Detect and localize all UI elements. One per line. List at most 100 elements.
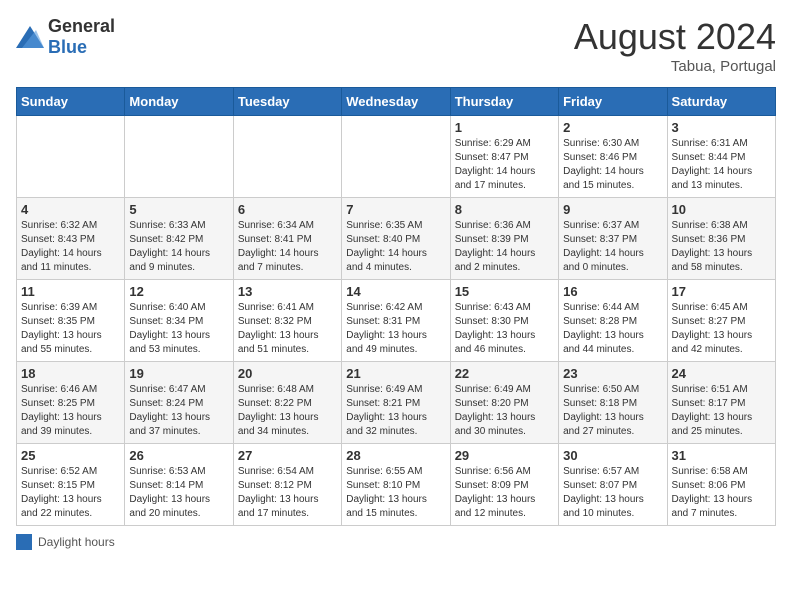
logo-icon (16, 26, 44, 48)
day-number: 1 (455, 120, 554, 135)
day-number: 31 (672, 448, 771, 463)
day-info: Sunrise: 6:42 AM Sunset: 8:31 PM Dayligh… (346, 301, 445, 357)
day-number: 4 (21, 202, 120, 217)
day-info: Sunrise: 6:49 AM Sunset: 8:20 PM Dayligh… (455, 383, 554, 439)
day-info: Sunrise: 6:49 AM Sunset: 8:21 PM Dayligh… (346, 383, 445, 439)
day-info: Sunrise: 6:33 AM Sunset: 8:42 PM Dayligh… (129, 219, 228, 275)
table-row: 5Sunrise: 6:33 AM Sunset: 8:42 PM Daylig… (125, 198, 233, 280)
day-info: Sunrise: 6:29 AM Sunset: 8:47 PM Dayligh… (455, 137, 554, 193)
day-number: 25 (21, 448, 120, 463)
legend-color-box (16, 534, 32, 550)
table-row: 6 Sunrise: 6:34 AM Sunset: 8:41 PM Daylig… (233, 198, 341, 280)
table-row: 11Sunrise: 6:39 AM Sunset: 8:35 PM Dayli… (17, 280, 125, 362)
table-row: 2Sunrise: 6:30 AM Sunset: 8:46 PM Daylig… (559, 116, 667, 198)
table-row: 26Sunrise: 6:53 AM Sunset: 8:14 PM Dayli… (125, 444, 233, 526)
day-number: 17 (672, 284, 771, 299)
day-info: Sunrise: 6:44 AM Sunset: 8:28 PM Dayligh… (563, 301, 662, 357)
logo-blue: Blue (48, 37, 87, 57)
table-row: 20Sunrise: 6:48 AM Sunset: 8:22 PM Dayli… (233, 362, 341, 444)
day-info: Sunrise: 6:48 AM Sunset: 8:22 PM Dayligh… (238, 383, 337, 439)
table-row: 9 Sunrise: 6:37 AM Sunset: 8:37 PM Daylig… (559, 198, 667, 280)
table-row: 8Sunrise: 6:36 AM Sunset: 8:39 PM Daylig… (450, 198, 558, 280)
day-number: 21 (346, 366, 445, 381)
day-info: Sunrise: 6:56 AM Sunset: 8:09 PM Dayligh… (455, 465, 554, 521)
day-number: 3 (672, 120, 771, 135)
day-info: Sunrise: 6:37 AM Sunset: 8:37 PM Dayligh… (563, 219, 662, 275)
day-number: 28 (346, 448, 445, 463)
table-row: 31 Sunrise: 6:58 AM Sunset: 8:06 PM Dayli… (667, 444, 775, 526)
month-title: August 2024 (574, 16, 776, 58)
day-info: Sunrise: 6:31 AM Sunset: 8:44 PM Dayligh… (672, 137, 771, 193)
table-row: 3 Sunrise: 6:31 AM Sunset: 8:44 PM Daylig… (667, 116, 775, 198)
table-row: 17 Sunrise: 6:45 AM Sunset: 8:27 PM Dayli… (667, 280, 775, 362)
day-info: Sunrise: 6:50 AM Sunset: 8:18 PM Dayligh… (563, 383, 662, 439)
day-number: 12 (129, 284, 228, 299)
table-row (342, 116, 450, 198)
day-info: Sunrise: 6:45 AM Sunset: 8:27 PM Dayligh… (672, 301, 771, 357)
day-number: 14 (346, 284, 445, 299)
day-info: Sunrise: 6:34 AM Sunset: 8:41 PM Dayligh… (238, 219, 337, 275)
day-number: 22 (455, 366, 554, 381)
day-info: Sunrise: 6:38 AM Sunset: 8:36 PM Dayligh… (672, 219, 771, 275)
table-row: 27Sunrise: 6:54 AM Sunset: 8:12 PM Dayli… (233, 444, 341, 526)
table-row: 23 Sunrise: 6:50 AM Sunset: 8:18 PM Dayli… (559, 362, 667, 444)
day-number: 9 (563, 202, 662, 217)
legend-label: Daylight hours (38, 535, 115, 549)
day-number: 29 (455, 448, 554, 463)
table-row: 1 Sunrise: 6:29 AM Sunset: 8:47 PM Daylig… (450, 116, 558, 198)
day-info: Sunrise: 6:39 AM Sunset: 8:35 PM Dayligh… (21, 301, 120, 357)
day-number: 10 (672, 202, 771, 217)
table-row: 10 Sunrise: 6:38 AM Sunset: 8:36 PM Dayli… (667, 198, 775, 280)
day-info: Sunrise: 6:40 AM Sunset: 8:34 PM Dayligh… (129, 301, 228, 357)
day-info: Sunrise: 6:35 AM Sunset: 8:40 PM Dayligh… (346, 219, 445, 275)
day-info: Sunrise: 6:41 AM Sunset: 8:32 PM Dayligh… (238, 301, 337, 357)
calendar-week-row: 18Sunrise: 6:46 AM Sunset: 8:25 PM Dayli… (17, 362, 776, 444)
col-wednesday: Wednesday (342, 88, 450, 116)
calendar-table: Sunday Monday Tuesday Wednesday Thursday… (16, 87, 776, 526)
calendar-week-row: 25 Sunrise: 6:52 AM Sunset: 8:15 PM Dayli… (17, 444, 776, 526)
day-info: Sunrise: 6:43 AM Sunset: 8:30 PM Dayligh… (455, 301, 554, 357)
day-number: 7 (346, 202, 445, 217)
day-number: 2 (563, 120, 662, 135)
table-row: 18Sunrise: 6:46 AM Sunset: 8:25 PM Dayli… (17, 362, 125, 444)
title-area: August 2024 Tabua, Portugal (574, 16, 776, 75)
table-row: 16Sunrise: 6:44 AM Sunset: 8:28 PM Dayli… (559, 280, 667, 362)
day-number: 30 (563, 448, 662, 463)
legend: Daylight hours (16, 534, 776, 550)
day-number: 6 (238, 202, 337, 217)
calendar-week-row: 4 Sunrise: 6:32 AM Sunset: 8:43 PM Daylig… (17, 198, 776, 280)
table-row (125, 116, 233, 198)
col-tuesday: Tuesday (233, 88, 341, 116)
day-number: 23 (563, 366, 662, 381)
calendar-header-row: Sunday Monday Tuesday Wednesday Thursday… (17, 88, 776, 116)
day-number: 24 (672, 366, 771, 381)
table-row (233, 116, 341, 198)
table-row: 25 Sunrise: 6:52 AM Sunset: 8:15 PM Dayli… (17, 444, 125, 526)
table-row: 24 Sunrise: 6:51 AM Sunset: 8:17 PM Dayli… (667, 362, 775, 444)
day-info: Sunrise: 6:52 AM Sunset: 8:15 PM Dayligh… (21, 465, 120, 521)
col-monday: Monday (125, 88, 233, 116)
day-info: Sunrise: 6:55 AM Sunset: 8:10 PM Dayligh… (346, 465, 445, 521)
day-info: Sunrise: 6:58 AM Sunset: 8:06 PM Dayligh… (672, 465, 771, 521)
day-info: Sunrise: 6:32 AM Sunset: 8:43 PM Dayligh… (21, 219, 120, 275)
table-row: 30Sunrise: 6:57 AM Sunset: 8:07 PM Dayli… (559, 444, 667, 526)
day-number: 27 (238, 448, 337, 463)
table-row: 22 Sunrise: 6:49 AM Sunset: 8:20 PM Dayli… (450, 362, 558, 444)
page-header: General Blue August 2024 Tabua, Portugal (16, 16, 776, 75)
day-number: 15 (455, 284, 554, 299)
col-friday: Friday (559, 88, 667, 116)
table-row: 19Sunrise: 6:47 AM Sunset: 8:24 PM Dayli… (125, 362, 233, 444)
calendar-week-row: 1 Sunrise: 6:29 AM Sunset: 8:47 PM Daylig… (17, 116, 776, 198)
table-row: 12 Sunrise: 6:40 AM Sunset: 8:34 PM Dayli… (125, 280, 233, 362)
table-row: 21 Sunrise: 6:49 AM Sunset: 8:21 PM Dayli… (342, 362, 450, 444)
table-row: 13 Sunrise: 6:41 AM Sunset: 8:32 PM Dayli… (233, 280, 341, 362)
day-number: 18 (21, 366, 120, 381)
logo-text: General Blue (48, 16, 115, 58)
col-saturday: Saturday (667, 88, 775, 116)
table-row: 4 Sunrise: 6:32 AM Sunset: 8:43 PM Daylig… (17, 198, 125, 280)
day-info: Sunrise: 6:51 AM Sunset: 8:17 PM Dayligh… (672, 383, 771, 439)
day-info: Sunrise: 6:36 AM Sunset: 8:39 PM Dayligh… (455, 219, 554, 275)
col-thursday: Thursday (450, 88, 558, 116)
logo-general: General (48, 16, 115, 36)
day-number: 13 (238, 284, 337, 299)
